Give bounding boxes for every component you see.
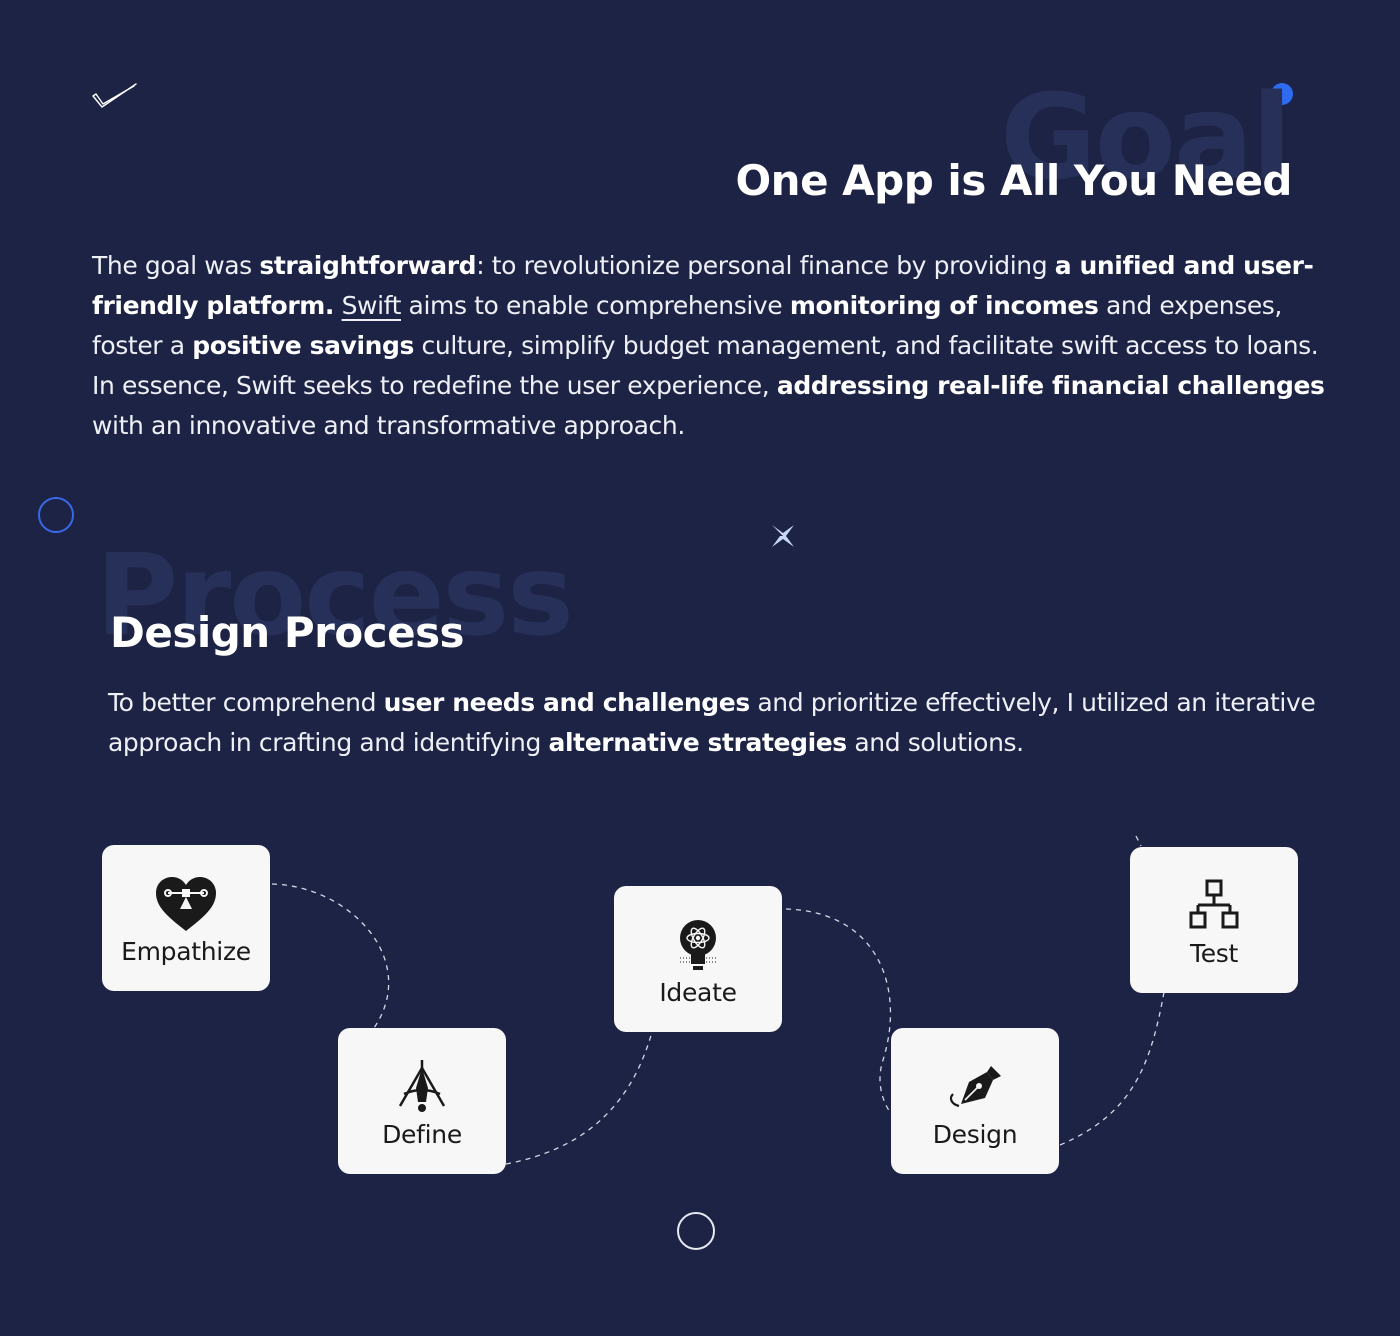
body-text: with an innovative and transformative ap… bbox=[92, 411, 685, 440]
pen-nib-icon bbox=[949, 1065, 1001, 1107]
step-label-test: Test bbox=[1189, 938, 1239, 968]
step-label-ideate: Ideate bbox=[659, 977, 737, 1007]
body-text: and solutions. bbox=[846, 728, 1024, 757]
connector-ideate-design bbox=[785, 908, 891, 1113]
white-ring bbox=[677, 1212, 715, 1250]
step-card-design: Design bbox=[891, 1028, 1059, 1174]
checkmark-doodle-icon bbox=[92, 83, 137, 108]
lightbulb-icon bbox=[680, 919, 716, 970]
brand-name-text: Swift bbox=[341, 291, 402, 320]
hierarchy-icon bbox=[1189, 879, 1239, 928]
body-text: The goal was bbox=[92, 251, 260, 280]
emphasis-text: user needs and challenges bbox=[383, 688, 751, 717]
emphasis-text: straightforward bbox=[259, 251, 477, 280]
sparkle-icon bbox=[772, 525, 794, 547]
step-label-empathize: Empathize bbox=[121, 936, 251, 966]
step-card-define: Define bbox=[338, 1028, 506, 1174]
blue-ring bbox=[38, 497, 74, 533]
emphasis-text: alternative strategies bbox=[548, 728, 848, 757]
connector-define-ideate bbox=[505, 1031, 653, 1165]
emphasis-text: addressing real-life financial challenge… bbox=[776, 371, 1325, 400]
connector-design-test bbox=[1059, 991, 1165, 1146]
step-card-test: Test bbox=[1130, 847, 1298, 993]
goal-paragraph: The goal was straightforward: to revolut… bbox=[92, 246, 1332, 446]
body-text: : to revolutionize personal finance by p… bbox=[476, 251, 1055, 280]
emphasis-text: monitoring of incomes bbox=[789, 291, 1099, 320]
step-card-empathize: Empathize bbox=[102, 845, 270, 991]
compass-icon bbox=[398, 1059, 446, 1112]
body-text bbox=[334, 291, 342, 320]
process-title: Design Process bbox=[110, 608, 465, 657]
connector-empathize-define bbox=[271, 883, 390, 1029]
step-card-ideate: Ideate bbox=[614, 886, 782, 1032]
step-label-define: Define bbox=[382, 1119, 462, 1149]
body-text: To better comprehend bbox=[108, 688, 384, 717]
connector-test-tail bbox=[1135, 835, 1142, 847]
goal-title: One App is All You Need bbox=[735, 156, 1292, 205]
step-label-design: Design bbox=[932, 1119, 1018, 1149]
process-paragraph: To better comprehend user needs and chal… bbox=[108, 683, 1328, 763]
emphasis-text: positive savings bbox=[192, 331, 414, 360]
heart-icon bbox=[156, 876, 216, 931]
body-text: aims to enable comprehensive bbox=[401, 291, 790, 320]
